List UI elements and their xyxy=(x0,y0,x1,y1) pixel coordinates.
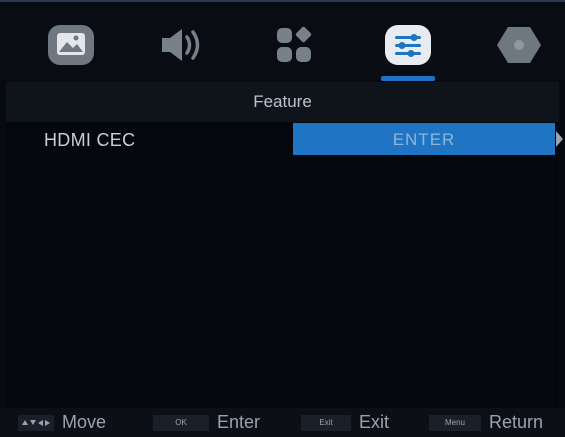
menu-content: HDMI CEC ENTER xyxy=(6,122,563,408)
sound-icon xyxy=(152,23,212,67)
picture-icon xyxy=(46,23,96,67)
hint-return: Menu Return xyxy=(429,408,543,437)
title-bar: Feature xyxy=(6,82,559,122)
menu-item-hdmi-cec[interactable]: HDMI CEC ENTER xyxy=(6,122,563,156)
channel-icon xyxy=(272,23,316,67)
direction-keys-icon xyxy=(18,414,54,431)
hint-exit-label: Exit xyxy=(359,412,390,432)
ok-key: OK xyxy=(153,414,209,431)
active-tab-indicator xyxy=(381,76,435,81)
tab-setup[interactable] xyxy=(481,12,557,78)
exit-key: Exit xyxy=(301,414,351,431)
hint-enter-label: Enter xyxy=(217,412,261,432)
enter-button[interactable]: ENTER xyxy=(293,123,555,155)
hint-exit: Exit Exit xyxy=(301,408,389,437)
tab-sound[interactable] xyxy=(144,12,220,78)
hint-return-label: Return xyxy=(489,412,544,432)
hint-enter: OK Enter xyxy=(153,408,260,437)
feature-icon xyxy=(383,23,433,67)
menu-item-label: HDMI CEC xyxy=(44,130,136,150)
tab-feature[interactable] xyxy=(370,12,446,78)
arrow-right-icon xyxy=(556,131,563,147)
page-title: Feature xyxy=(253,92,312,111)
menu-key: Menu xyxy=(429,414,481,431)
setup-icon xyxy=(494,23,544,67)
hint-move: Move xyxy=(18,408,106,437)
hint-move-label: Move xyxy=(62,412,107,432)
tab-channel[interactable] xyxy=(256,12,332,78)
tab-picture[interactable] xyxy=(33,12,109,78)
tv-menu-screen: Feature HDMI CEC ENTER Move OK Enter Exi… xyxy=(0,0,565,437)
menu-tab-bar xyxy=(0,2,565,81)
footer-hints: Move OK Enter Exit Exit Menu Return xyxy=(0,408,565,437)
